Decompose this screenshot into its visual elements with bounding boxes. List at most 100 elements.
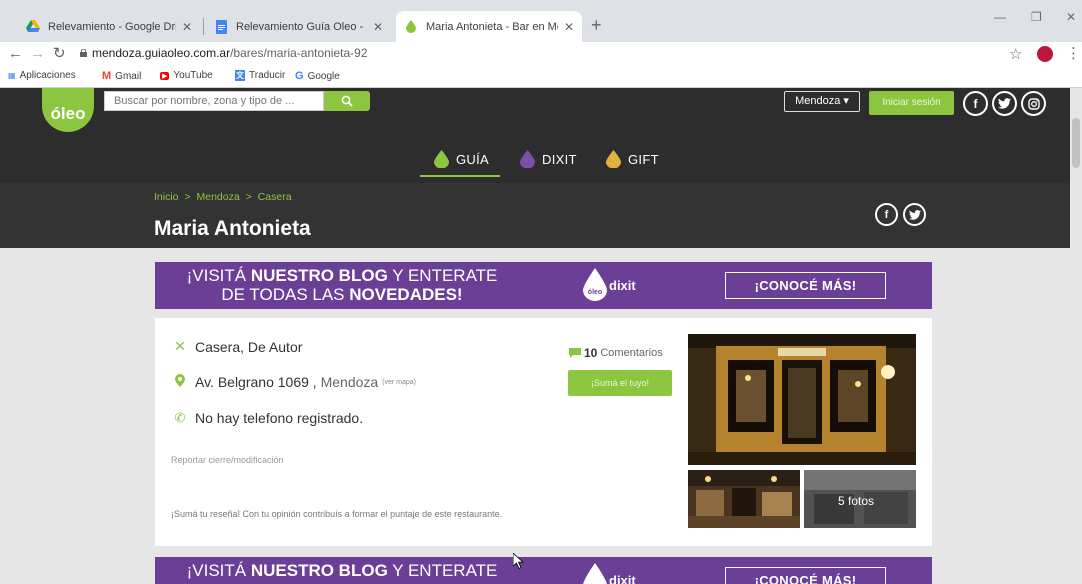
oleo-logo[interactable]: óleo	[42, 88, 94, 132]
share-twitter-icon[interactable]	[903, 203, 926, 226]
oleo-drop-icon: óleo	[583, 268, 607, 301]
close-tab-icon[interactable]: ✕	[564, 20, 574, 34]
breadcrumb-casera[interactable]: Casera	[258, 191, 292, 203]
close-tab-icon[interactable]: ✕	[182, 20, 192, 34]
tab-title: Relevamiento Guía Oleo - Docum	[236, 20, 367, 33]
dixit-drop-icon	[520, 150, 535, 168]
main-nav: GUÍA DIXIT GIFT	[0, 138, 1082, 178]
page-scrollbar[interactable]	[1070, 88, 1082, 584]
dixit-logo-text: óleo	[588, 289, 602, 296]
phone-text: No hay telefono registrado.	[195, 410, 364, 426]
scrollbar-thumb[interactable]	[1072, 118, 1080, 168]
url-path: /bares/maria-antonieta-92	[230, 46, 368, 60]
breadcrumb-inicio[interactable]: Inicio	[154, 191, 179, 203]
banner-text: ¡VISITÁ NUESTRO BLOG Y ENTERATE	[155, 561, 529, 580]
instagram-icon[interactable]	[1021, 91, 1046, 116]
guia-drop-icon	[434, 150, 449, 168]
cuisine-row: ✕ Casera, De Autor	[173, 338, 302, 355]
gmail-icon: M	[102, 70, 112, 82]
cuisine-text: Casera, De Autor	[195, 338, 303, 355]
review-prompt: ¡Sumá tu reseña! Con tu opinión contribu…	[171, 509, 503, 519]
nav-guia[interactable]: GUÍA	[434, 150, 489, 168]
nav-gift[interactable]: GIFT	[606, 150, 659, 168]
blog-banner-bottom[interactable]: ¡VISITÁ NUESTRO BLOG Y ENTERATE dixit ¡C…	[155, 557, 932, 584]
login-button[interactable]: Iniciar sesión	[869, 91, 954, 115]
back-icon[interactable]: ←	[8, 45, 23, 63]
search-icon	[341, 95, 353, 107]
address-city[interactable]: Mendoza	[321, 374, 379, 390]
location-pin-icon	[173, 374, 187, 390]
browser-tab-bar: Relevamiento - Google Drive ✕ Relevamien…	[0, 0, 1082, 42]
map-link[interactable]: (ver mapa)	[382, 379, 416, 386]
site-header: óleo Mendoza ▾ Iniciar sesión f GUÍA DIX…	[0, 88, 1082, 183]
profile-avatar[interactable]	[1037, 46, 1053, 62]
minimize-icon[interactable]: —	[994, 10, 1006, 24]
share-facebook-icon[interactable]: f	[875, 203, 898, 226]
photos-count-label: 5 fotos	[838, 494, 875, 508]
banner-line1-bold: NUESTRO BLOG	[250, 266, 388, 285]
banner-line2-pre: DE TODAS LAS	[221, 285, 350, 304]
tab-maria-antonieta[interactable]: Maria Antonieta - Bar en Mendo ✕	[396, 11, 582, 42]
bookmark-gmail[interactable]: M Gmail	[102, 70, 141, 82]
forward-icon[interactable]: →	[30, 45, 45, 63]
new-tab-button[interactable]: +	[591, 15, 602, 35]
more-photos-thumb[interactable]: 5 fotos	[804, 470, 916, 528]
tab-google-drive[interactable]: Relevamiento - Google Drive ✕	[18, 11, 200, 42]
nav-dixit[interactable]: DIXIT	[520, 150, 577, 168]
blog-banner[interactable]: ¡VISITÁ NUESTRO BLOG Y ENTERATE DE TODAS…	[155, 262, 932, 309]
conoce-mas-button[interactable]: ¡CONOCÉ MÁS!	[725, 272, 886, 299]
search-input[interactable]	[104, 91, 324, 111]
report-link[interactable]: Reportar cierre/modificación	[171, 455, 284, 465]
address-row: Av. Belgrano 1069 , Mendoza (ver mapa)	[173, 374, 416, 390]
lock-icon[interactable]	[80, 49, 87, 57]
google-drive-icon	[26, 20, 40, 34]
city-selector[interactable]: Mendoza ▾	[784, 91, 860, 112]
facebook-icon[interactable]: f	[963, 91, 988, 116]
banner-line1-post: Y ENTERATE	[387, 266, 498, 285]
breadcrumb-separator: >	[184, 191, 191, 203]
logo-text: óleo	[50, 104, 86, 123]
bookmark-youtube[interactable]: ▶ YouTube	[160, 70, 213, 81]
google-docs-icon	[214, 19, 228, 34]
banner-line1-pre: ¡VISITÁ	[186, 561, 251, 580]
translate-icon: 文	[235, 70, 245, 81]
close-tab-icon[interactable]: ✕	[373, 20, 383, 34]
bookmark-star-icon[interactable]: ☆	[1009, 45, 1022, 63]
nav-active-indicator	[420, 175, 500, 177]
reload-icon[interactable]: ↻	[53, 45, 66, 63]
bookmark-label: Google	[307, 70, 340, 82]
bookmark-label: YouTube	[173, 70, 213, 81]
menu-kebab-icon[interactable]: ⋮	[1066, 44, 1081, 62]
breadcrumb-separator: >	[245, 191, 252, 203]
dixit-logo: óleo dixit	[583, 268, 636, 302]
close-window-icon[interactable]: ✕	[1066, 10, 1076, 24]
comments-count[interactable]: 10 Comentarios	[569, 346, 663, 360]
restaurant-main-photo[interactable]	[688, 334, 916, 465]
dixit-word: dixit	[609, 277, 636, 293]
search-button[interactable]	[324, 91, 370, 111]
breadcrumb: Inicio > Mendoza > Casera	[154, 191, 295, 203]
bookmark-google[interactable]: G Google	[295, 70, 340, 82]
comment-bubble-icon	[569, 348, 581, 358]
add-review-button[interactable]: ¡Sumá el tuyo!	[568, 370, 672, 396]
comments-label: Comentarios	[600, 347, 663, 359]
conoce-mas-button[interactable]: ¡CONOCÉ MÁS!	[725, 567, 886, 584]
tab-separator	[203, 18, 204, 35]
tab-title: Relevamiento - Google Drive	[48, 20, 176, 33]
tab-google-docs[interactable]: Relevamiento Guía Oleo - Docum ✕	[206, 11, 391, 42]
address-text: Av. Belgrano 1069 ,	[195, 374, 317, 390]
banner-line1-bold: NUESTRO BLOG	[250, 561, 388, 580]
youtube-icon: ▶	[160, 71, 170, 80]
breadcrumb-mendoza[interactable]: Mendoza	[197, 191, 240, 203]
bookmark-label: Traducir	[249, 70, 286, 81]
restaurant-thumb-photo[interactable]	[688, 470, 800, 528]
twitter-icon[interactable]	[992, 91, 1017, 116]
dixit-logo: dixit	[583, 563, 636, 584]
bookmark-translate[interactable]: 文 Traducir	[235, 70, 285, 81]
bookmark-apps[interactable]: ▦ Aplicaciones	[8, 70, 76, 81]
restore-icon[interactable]: ❐	[1031, 10, 1042, 24]
address-bar[interactable]: mendoza.guiaoleo.com.ar/bares/maria-anto…	[92, 46, 368, 60]
phone-icon: ✆	[174, 410, 186, 425]
banner-line1-post: Y ENTERATE	[387, 561, 498, 580]
restaurant-card: ✕ Casera, De Autor Av. Belgrano 1069 , M…	[155, 318, 932, 546]
